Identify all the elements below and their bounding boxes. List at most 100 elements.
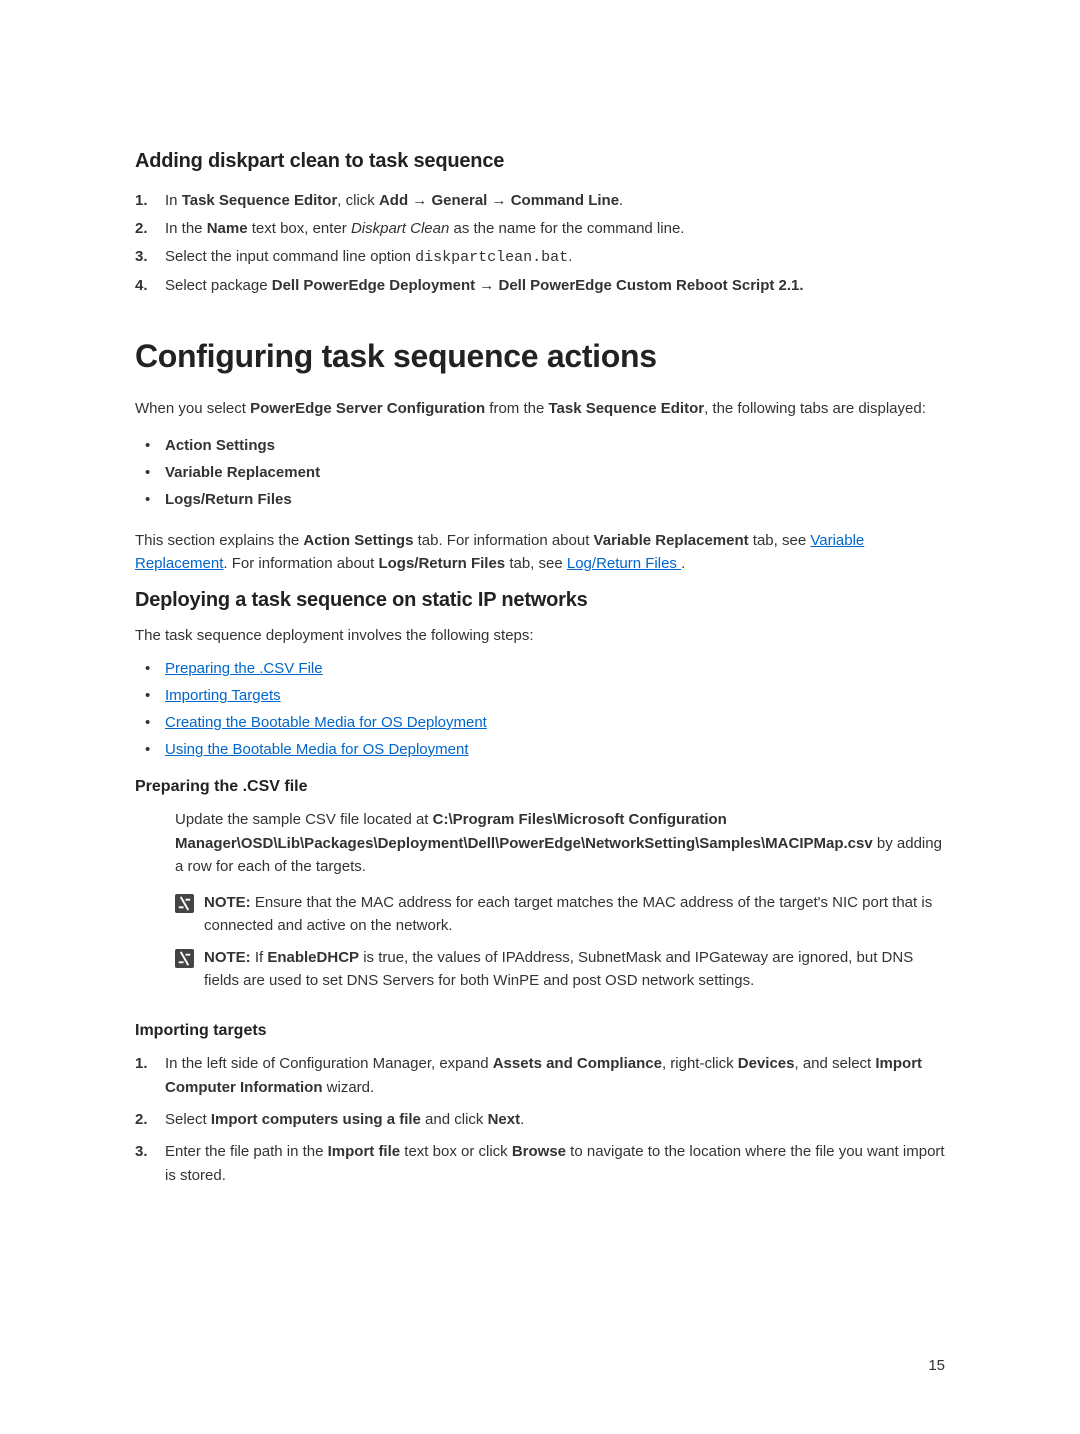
deploy-intro: The task sequence deployment involves th…: [135, 624, 945, 647]
text: wizard.: [323, 1079, 375, 1096]
step-number: 3.: [135, 245, 165, 270]
using-bootable-link[interactable]: Using the Bootable Media for OS Deployme…: [165, 741, 469, 758]
text: In the left side of Configuration Manage…: [165, 1055, 493, 1072]
main-heading: Configuring task sequence actions: [135, 338, 945, 375]
text: from the: [485, 400, 548, 417]
text: and click: [421, 1111, 488, 1128]
creating-bootable-link[interactable]: Creating the Bootable Media for OS Deplo…: [165, 714, 487, 731]
intro-paragraph: When you select PowerEdge Server Configu…: [135, 397, 945, 420]
text: Select package: [165, 277, 272, 294]
list-item: Importing Targets: [139, 684, 945, 709]
text: In the: [165, 220, 207, 237]
diskpart-step-4: 4. Select package Dell PowerEdge Deploym…: [135, 274, 945, 298]
csv-body: Update the sample CSV file located at C:…: [175, 808, 945, 878]
text: text box, enter: [248, 220, 351, 237]
text-bold: PowerEdge Server Configuration: [250, 400, 485, 417]
text: tab, see: [505, 555, 567, 572]
list-item: Logs/Return Files: [139, 488, 945, 513]
preparing-csv-link[interactable]: Preparing the .CSV File: [165, 660, 323, 677]
diskpart-step-1: 1. In Task Sequence Editor, click Add → …: [135, 189, 945, 213]
diskpart-heading: Adding diskpart clean to task sequence: [135, 150, 945, 173]
code-text: diskpartclean.bat: [415, 249, 568, 266]
text: , the following tabs are displayed:: [704, 400, 926, 417]
text: If: [251, 949, 268, 966]
text: as the name for the command line.: [449, 220, 684, 237]
step-number: 1.: [135, 1052, 165, 1100]
import-steps: 1. In the left side of Configuration Man…: [135, 1052, 945, 1188]
note-icon: [175, 894, 194, 913]
page-number: 15: [928, 1357, 945, 1374]
text-bold: Command Line: [511, 192, 619, 209]
import-step-2: 2. Select Import computers using a file …: [135, 1108, 945, 1132]
text: When you select: [135, 400, 250, 417]
list-item: Creating the Bootable Media for OS Deplo…: [139, 711, 945, 736]
text: text box or click: [400, 1143, 512, 1160]
note-2: NOTE: If EnableDHCP is true, the values …: [175, 947, 945, 992]
note-icon: [175, 949, 194, 968]
text: Select the input command line option: [165, 248, 415, 265]
text: In: [165, 192, 182, 209]
text-bold: Logs/Return Files: [378, 555, 505, 572]
note-label: NOTE:: [204, 894, 251, 911]
text: .: [619, 192, 623, 209]
explain-paragraph: This section explains the Action Setting…: [135, 529, 945, 576]
text: Enter the file path in the: [165, 1143, 328, 1160]
arrow-icon: →: [408, 192, 431, 209]
text: , click: [337, 192, 379, 209]
text-bold: Assets and Compliance: [493, 1055, 662, 1072]
text: Update the sample CSV file located at: [175, 811, 433, 828]
import-step-3: 3. Enter the file path in the Import fil…: [135, 1140, 945, 1188]
note-label: NOTE:: [204, 949, 251, 966]
text: , and select: [795, 1055, 876, 1072]
import-step-1: 1. In the left side of Configuration Man…: [135, 1052, 945, 1100]
tabs-list: Action Settings Variable Replacement Log…: [139, 434, 945, 512]
text-bold: Add: [379, 192, 408, 209]
text-bold: Dell PowerEdge Deployment: [272, 277, 475, 294]
text: tab. For information about: [413, 532, 593, 549]
note-text: Ensure that the MAC address for each tar…: [204, 894, 932, 934]
text-bold: Task Sequence Editor: [548, 400, 704, 417]
import-heading: Importing targets: [135, 1022, 945, 1040]
list-item: Preparing the .CSV File: [139, 657, 945, 682]
text: Select: [165, 1111, 211, 1128]
arrow-icon: →: [487, 192, 510, 209]
text-bold: Action Settings: [303, 532, 413, 549]
text-bold: Dell PowerEdge Custom Reboot Script 2.1.: [498, 277, 803, 294]
list-item: Variable Replacement: [139, 461, 945, 486]
step-number: 3.: [135, 1140, 165, 1188]
text-bold: Next: [488, 1111, 521, 1128]
diskpart-step-2: 2. In the Name text box, enter Diskpart …: [135, 217, 945, 241]
text: , right-click: [662, 1055, 738, 1072]
text-bold: Name: [207, 220, 248, 237]
text-bold: Action Settings: [165, 437, 275, 454]
text-bold: Task Sequence Editor: [182, 192, 338, 209]
list-item: Using the Bootable Media for OS Deployme…: [139, 738, 945, 763]
deploy-heading: Deploying a task sequence on static IP n…: [135, 589, 945, 612]
text-bold: Devices: [738, 1055, 795, 1072]
diskpart-step-3: 3. Select the input command line option …: [135, 245, 945, 270]
deploy-links-list: Preparing the .CSV File Importing Target…: [139, 657, 945, 762]
text-bold: General: [431, 192, 487, 209]
note-1: NOTE: Ensure that the MAC address for ea…: [175, 892, 945, 937]
step-number: 2.: [135, 1108, 165, 1132]
text: .: [520, 1111, 524, 1128]
text-italic: Diskpart Clean: [351, 220, 449, 237]
list-item: Action Settings: [139, 434, 945, 459]
step-number: 1.: [135, 189, 165, 213]
step-number: 2.: [135, 217, 165, 241]
text-bold: Import computers using a file: [211, 1111, 421, 1128]
text: This section explains the: [135, 532, 303, 549]
text-bold: Import file: [328, 1143, 401, 1160]
importing-targets-link[interactable]: Importing Targets: [165, 687, 281, 704]
text-bold: EnableDHCP: [267, 949, 359, 966]
diskpart-steps: 1. In Task Sequence Editor, click Add → …: [135, 189, 945, 298]
text: tab, see: [749, 532, 811, 549]
text-bold: Browse: [512, 1143, 566, 1160]
log-return-files-link[interactable]: Log/Return Files: [567, 555, 681, 572]
text-bold: Variable Replacement: [165, 464, 320, 481]
step-number: 4.: [135, 274, 165, 298]
text: .: [681, 555, 685, 572]
text-bold: Variable Replacement: [594, 532, 749, 549]
arrow-icon: →: [475, 277, 498, 294]
text-bold: Logs/Return Files: [165, 491, 292, 508]
